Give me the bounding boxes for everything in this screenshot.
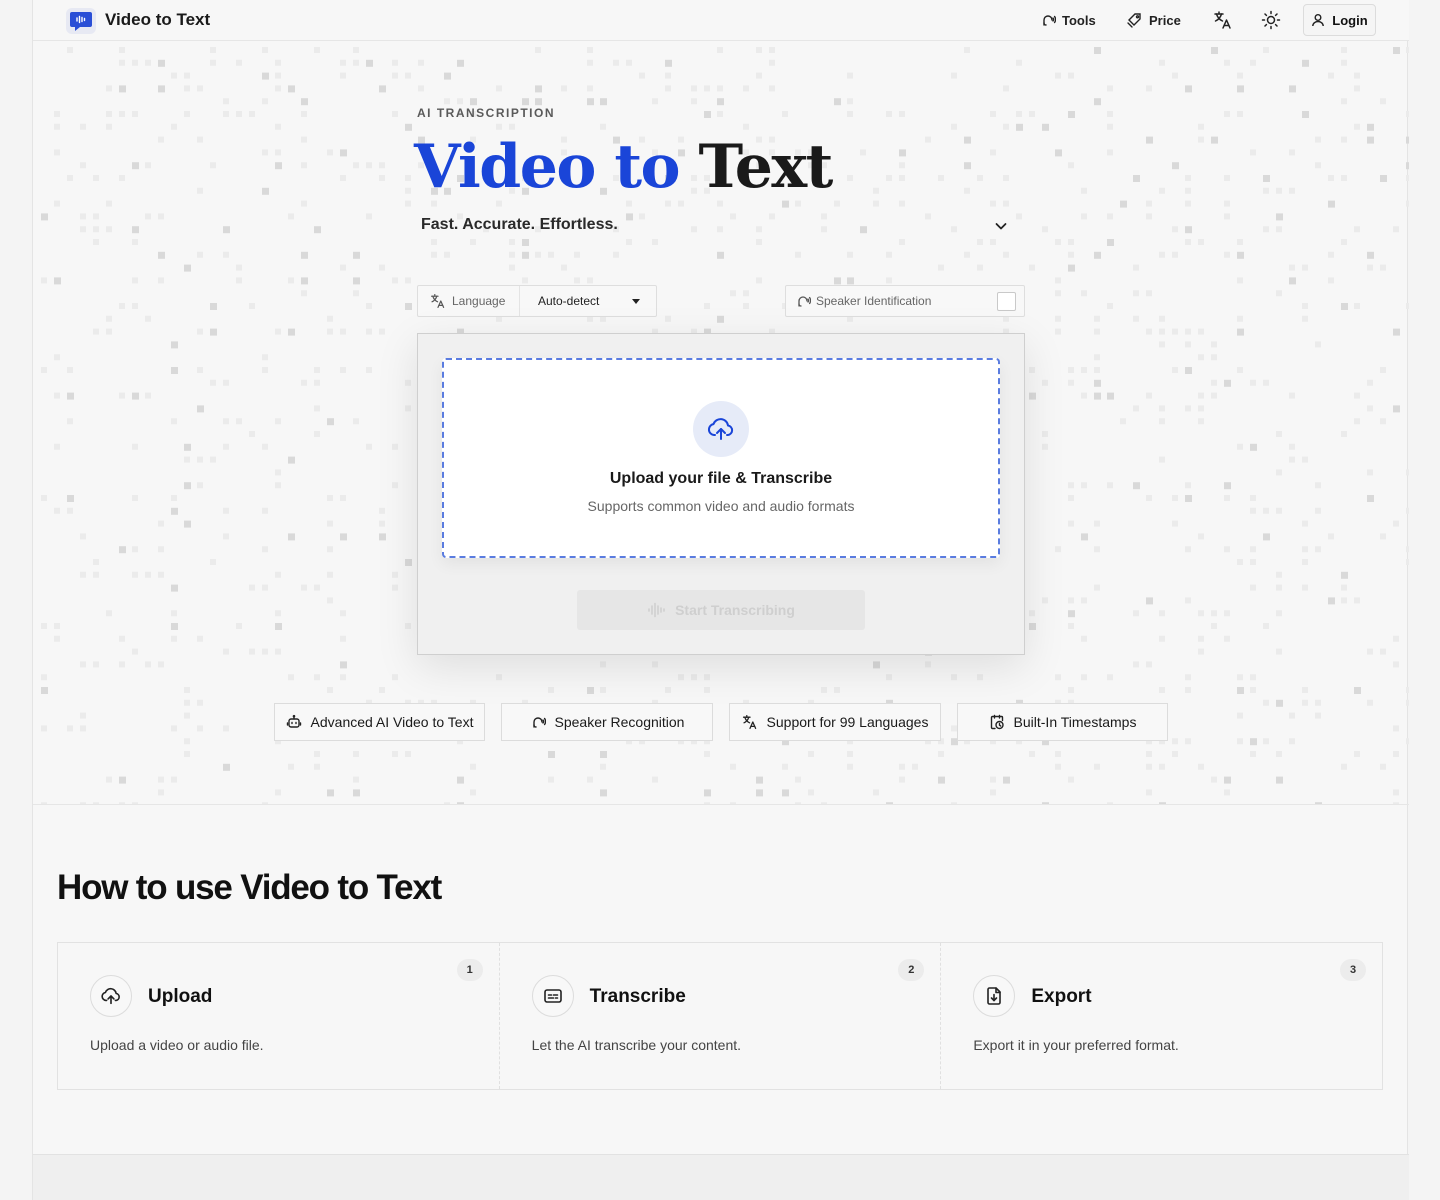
upload-title: Upload your file & Transcribe bbox=[609, 470, 833, 487]
hero-title: Video to Text bbox=[414, 129, 833, 205]
price-tag-icon bbox=[1127, 13, 1141, 28]
hero-title-part2: Text bbox=[698, 132, 833, 202]
user-icon bbox=[1312, 14, 1325, 27]
step-description: Upload a video or audio file. bbox=[90, 1037, 264, 1053]
app-logo-icon[interactable] bbox=[66, 8, 96, 34]
speaker-identification-label: Speaker Identification bbox=[816, 294, 932, 308]
howto-steps: Upload Upload a video or audio file. 1 T… bbox=[57, 942, 1383, 1090]
howto-heading: How to use Video to Text bbox=[57, 868, 442, 907]
step-export: Export Export it in your preferred forma… bbox=[940, 943, 1382, 1089]
hero-subtitle: Fast. Accurate. Effortless. bbox=[421, 216, 618, 233]
footer-band bbox=[33, 1154, 1409, 1200]
start-transcribing-label: Start Transcribing bbox=[675, 602, 795, 618]
feature-99-languages: Support for 99 Languages bbox=[729, 703, 941, 741]
speaker-icon bbox=[532, 717, 546, 728]
caret-down-icon[interactable] bbox=[632, 298, 640, 304]
step-title: Export bbox=[1031, 986, 1092, 1007]
nav-price[interactable]: Price bbox=[1127, 0, 1181, 40]
upload-subtitle: Supports common video and audio formats bbox=[587, 498, 855, 514]
step-number-badge: 1 bbox=[456, 959, 483, 981]
theme-toggle-button[interactable] bbox=[1261, 0, 1287, 40]
timestamp-icon bbox=[990, 714, 1004, 730]
sun-icon bbox=[1261, 10, 1281, 30]
upload-dropzone[interactable]: Upload your file & Transcribe Supports c… bbox=[442, 358, 1000, 558]
language-select[interactable]: Language Auto-detect bbox=[417, 285, 657, 317]
step-title: Upload bbox=[148, 986, 213, 1007]
captions-icon bbox=[531, 975, 574, 1017]
feature-speaker-recognition: Speaker Recognition bbox=[501, 703, 713, 741]
step-upload: Upload Upload a video or audio file. 1 bbox=[58, 943, 499, 1089]
start-transcribing-button[interactable]: Start Transcribing bbox=[577, 590, 865, 630]
page-frame: Video to Text Tools Price Login AI TRANS… bbox=[32, 0, 1409, 1200]
feature-timestamps: Built-In Timestamps bbox=[957, 703, 1168, 741]
translate-icon bbox=[742, 714, 756, 730]
waveform-icon bbox=[648, 602, 665, 618]
step-description: Let the AI transcribe your content. bbox=[531, 1037, 742, 1053]
feature-label: Built-In Timestamps bbox=[1013, 714, 1137, 730]
speaker-identification-checkbox[interactable] bbox=[997, 292, 1016, 311]
upload-card: Upload your file & Transcribe Supports c… bbox=[417, 333, 1025, 655]
feature-advanced-ai: Advanced AI Video to Text bbox=[274, 703, 485, 741]
step-number-badge: 3 bbox=[1340, 959, 1367, 981]
feature-label: Speaker Recognition bbox=[554, 714, 685, 730]
brand-name[interactable]: Video to Text bbox=[105, 10, 210, 30]
hero-section: AI TRANSCRIPTION Video to Text Fast. Acc… bbox=[33, 41, 1409, 805]
translate-icon bbox=[1214, 11, 1231, 29]
translate-icon bbox=[431, 294, 445, 308]
step-description: Export it in your preferred format. bbox=[973, 1037, 1179, 1053]
chevron-down-icon[interactable] bbox=[993, 218, 1009, 239]
step-title: Transcribe bbox=[589, 986, 686, 1007]
robot-icon bbox=[286, 714, 301, 728]
login-label: Login bbox=[1332, 12, 1368, 28]
nav-tools[interactable]: Tools bbox=[1040, 0, 1096, 40]
speaker-icon bbox=[798, 296, 811, 307]
speaker-icon bbox=[1043, 15, 1056, 26]
login-button[interactable]: Login bbox=[1303, 4, 1376, 36]
language-label: Language bbox=[452, 294, 506, 308]
upload-cloud-icon bbox=[693, 401, 749, 457]
feature-label: Advanced AI Video to Text bbox=[310, 714, 474, 730]
language-switch-button[interactable] bbox=[1213, 0, 1239, 40]
language-value[interactable]: Auto-detect bbox=[520, 294, 632, 308]
step-transcribe: Transcribe Let the AI transcribe your co… bbox=[498, 943, 941, 1089]
step-number-badge: 2 bbox=[898, 959, 925, 981]
upload-cloud-icon bbox=[90, 975, 132, 1017]
language-select-label-cell: Language bbox=[418, 286, 520, 316]
feature-label: Support for 99 Languages bbox=[766, 714, 929, 730]
top-header: Video to Text Tools Price Login bbox=[33, 0, 1409, 41]
file-download-icon bbox=[973, 975, 1016, 1017]
hero-title-part1: Video to bbox=[414, 132, 681, 202]
nav-tools-label: Tools bbox=[1062, 12, 1096, 28]
hero-eyebrow: AI TRANSCRIPTION bbox=[417, 106, 555, 120]
nav-price-label: Price bbox=[1149, 12, 1181, 28]
speaker-identification-toggle[interactable]: Speaker Identification bbox=[785, 285, 1025, 317]
